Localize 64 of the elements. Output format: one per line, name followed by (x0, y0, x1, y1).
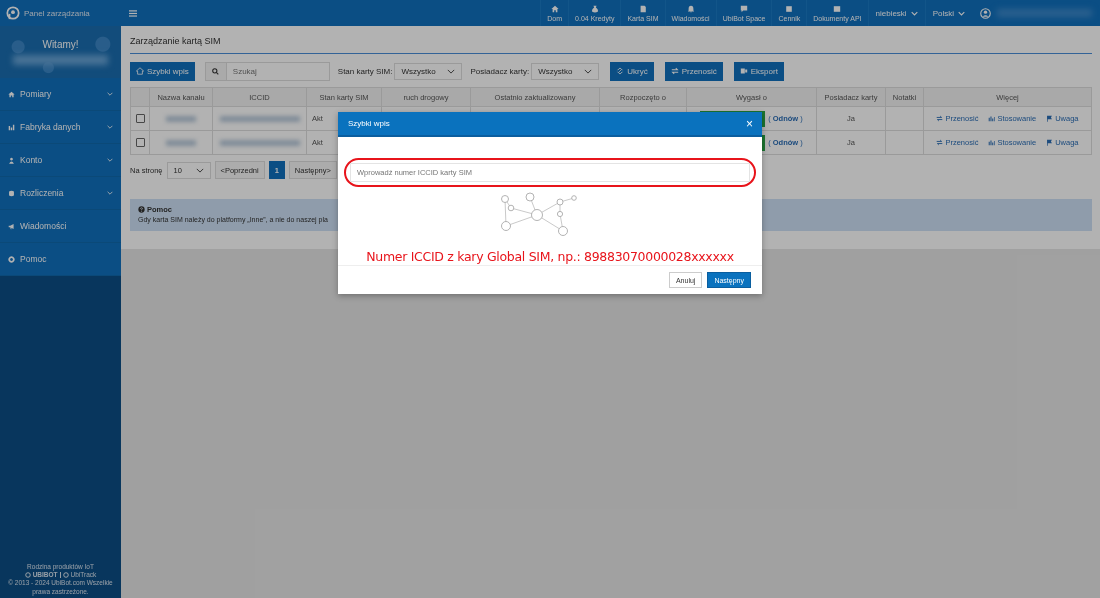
lifebuoy-icon (8, 255, 15, 263)
toolbar-button[interactable]: Eksport (733, 61, 784, 81)
dialog-title: Szybki wpis (348, 119, 390, 128)
menu-icon[interactable] (129, 9, 137, 17)
house-icon (8, 90, 15, 98)
toolbar-button[interactable]: Ukryć (610, 61, 654, 81)
megaphone-icon (8, 222, 15, 230)
ring-icon (24, 571, 31, 578)
bar-chart-icon (8, 123, 15, 131)
filter-select[interactable]: Wszystko (394, 62, 463, 80)
swap-icon (670, 67, 679, 75)
quick-entry-button[interactable]: Szybki wpis (130, 61, 195, 81)
sidebar-item[interactable]: Pomiary (0, 78, 121, 111)
swap-icon (936, 139, 944, 146)
chevron-icon (584, 68, 593, 74)
house-icon (136, 67, 144, 75)
toolbar-button[interactable]: Przenosić (664, 61, 723, 81)
link-icon (616, 67, 625, 75)
money-bag-icon (590, 4, 599, 13)
filter-select[interactable]: Wszystko (531, 62, 600, 80)
bell-icon (686, 4, 695, 13)
hint-text: Numer ICCID z kary Global SIM, np.: 89883070000028xxxxxx (366, 249, 734, 264)
swap-icon (936, 115, 944, 122)
welcome-text: Witamy! (42, 39, 79, 50)
ring-icon (62, 571, 69, 578)
logo-icon (6, 6, 20, 20)
chevron-icon (107, 158, 113, 162)
chevron-icon (958, 10, 965, 16)
flag-icon (1046, 139, 1054, 146)
chevron-icon (107, 191, 113, 195)
bar-chart-icon (988, 115, 996, 122)
sidebar-item[interactable]: Rozliczenia (0, 177, 121, 210)
row-checkbox[interactable] (135, 138, 145, 147)
chevron-icon (107, 92, 113, 96)
filter-label: Stan karty SIM: (337, 66, 393, 76)
chevron-icon (107, 125, 113, 129)
database-icon (8, 189, 15, 197)
user-icon (8, 156, 15, 164)
sidebar-item[interactable]: Konto (0, 144, 121, 177)
search-button[interactable] (204, 61, 227, 81)
user-icon[interactable] (980, 7, 991, 19)
chevron-icon (195, 167, 204, 173)
brand-title: Panel zarządzania (24, 8, 90, 18)
page-title: Zarządzanie kartą SIM (130, 26, 1092, 54)
filter-label: Posiadacz karty: (470, 66, 530, 76)
document-icon (833, 4, 842, 13)
redacted-text (166, 139, 196, 146)
flag-icon (1046, 115, 1054, 122)
book-icon (785, 4, 794, 13)
bar-chart-icon (988, 139, 996, 146)
sidebar-item[interactable]: Wiadomości (0, 210, 121, 243)
help-icon (138, 206, 145, 213)
search-field[interactable]: Szukaj (226, 61, 330, 81)
sidebar-item[interactable]: Pomoc (0, 243, 121, 276)
row-checkbox[interactable] (135, 114, 145, 123)
house-icon (550, 4, 559, 13)
search-icon (212, 67, 220, 75)
sim-card-icon (638, 4, 647, 13)
chat-bubble-icon (740, 4, 749, 13)
chevron-icon (910, 10, 918, 16)
redacted-text (166, 115, 196, 122)
chevron-icon (447, 68, 456, 74)
sidebar-item[interactable]: Fabryka danych (0, 111, 121, 144)
spreadsheet-icon (739, 67, 748, 75)
